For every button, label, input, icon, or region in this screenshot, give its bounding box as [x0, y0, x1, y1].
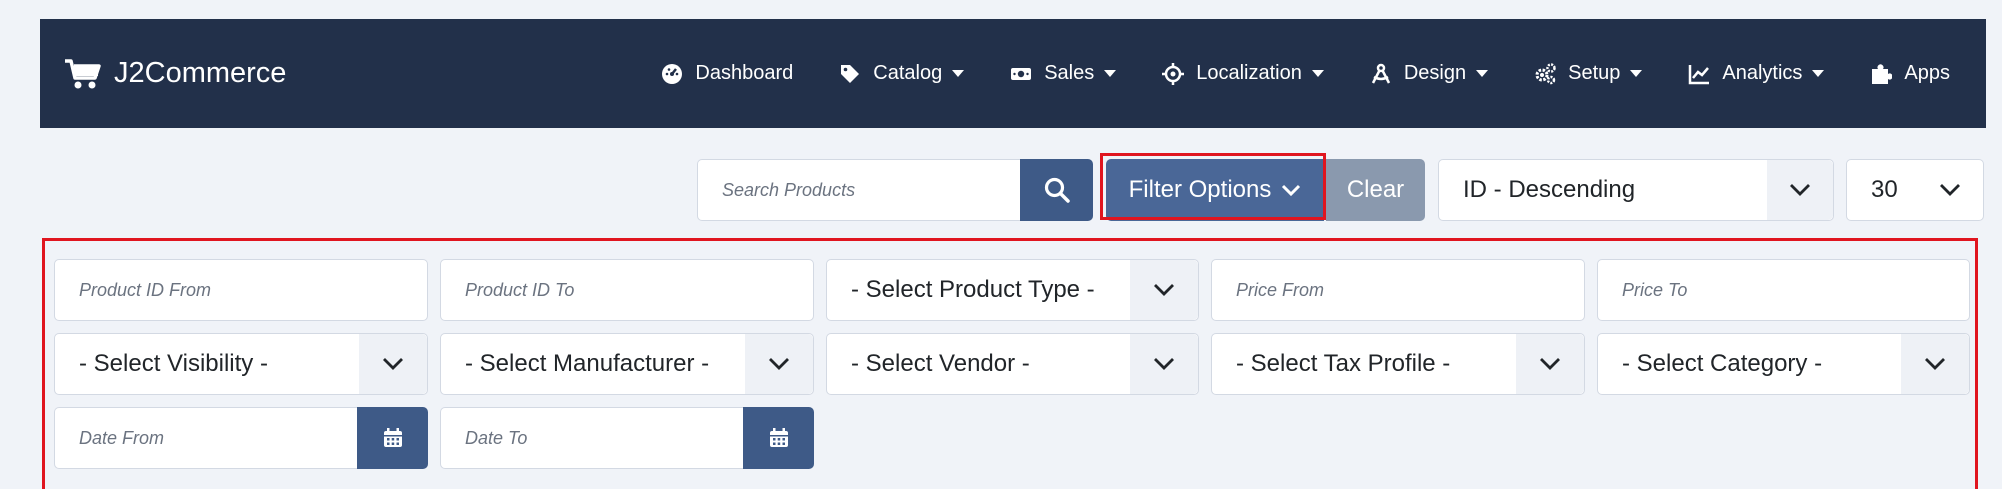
manufacturer-value: - Select Manufacturer -	[465, 350, 710, 377]
nav-setup-label: Setup	[1568, 62, 1621, 84]
nav-localization-label: Localization	[1196, 62, 1302, 84]
chevron-down-icon	[1282, 184, 1301, 197]
search-button[interactable]	[1020, 159, 1093, 221]
price-from-input[interactable]	[1211, 259, 1585, 321]
chevron-down-icon	[1917, 160, 1983, 220]
nav-localization[interactable]: Localization	[1162, 62, 1324, 85]
nav-analytics-label: Analytics	[1722, 62, 1803, 84]
nav-dashboard-label: Dashboard	[695, 62, 794, 84]
nav-apps-label: Apps	[1904, 62, 1950, 84]
crosshairs-icon	[1162, 62, 1185, 85]
category-select[interactable]: - Select Category -	[1597, 333, 1970, 395]
visibility-value: - Select Visibility -	[79, 350, 268, 377]
nav-setup[interactable]: Setup	[1534, 62, 1643, 85]
tag-icon	[841, 64, 860, 83]
price-to-input[interactable]	[1597, 259, 1970, 321]
product-type-select[interactable]: - Select Product Type -	[826, 259, 1199, 321]
limit-select-value: 30	[1871, 176, 1898, 203]
date-to-group	[440, 407, 814, 469]
product-id-from-input[interactable]	[54, 259, 428, 321]
dashboard-icon	[662, 63, 683, 84]
clear-button[interactable]: Clear	[1326, 159, 1425, 221]
vendor-select[interactable]: - Select Vendor -	[826, 333, 1199, 395]
date-to-input[interactable]	[440, 407, 743, 469]
chevron-down-icon	[1476, 70, 1489, 77]
manufacturer-select[interactable]: - Select Manufacturer -	[440, 333, 814, 395]
brand[interactable]: J2Commerce	[64, 57, 286, 90]
sort-select[interactable]: ID - Descending	[1438, 159, 1834, 221]
nav-design-label: Design	[1403, 62, 1467, 84]
money-icon	[1011, 67, 1032, 80]
product-type-value: - Select Product Type -	[851, 276, 1095, 303]
nav-sales-label: Sales	[1044, 62, 1095, 84]
category-value: - Select Category -	[1622, 350, 1823, 377]
top-navbar: J2Commerce Dashboard Catalog Sales Local…	[40, 19, 1986, 128]
chevron-down-icon	[1767, 160, 1833, 220]
calendar-icon	[769, 428, 788, 447]
visibility-select[interactable]: - Select Visibility -	[54, 333, 428, 395]
date-from-input[interactable]	[54, 407, 357, 469]
search-input[interactable]	[697, 159, 1020, 221]
nav-sales[interactable]: Sales	[1010, 62, 1117, 85]
chevron-down-icon	[1104, 70, 1117, 77]
nav-design[interactable]: Design	[1370, 62, 1489, 85]
date-from-group	[54, 407, 428, 469]
shopping-cart-icon	[65, 58, 101, 88]
chevron-down-icon	[1130, 334, 1198, 394]
compass-drafting-icon	[1371, 63, 1390, 84]
product-id-to-input[interactable]	[440, 259, 814, 321]
brand-name: J2Commerce	[114, 57, 287, 89]
chevron-down-icon	[952, 70, 965, 77]
puzzle-icon	[1872, 63, 1893, 84]
tax-profile-value: - Select Tax Profile -	[1236, 350, 1451, 377]
filter-options-button[interactable]: Filter Options	[1106, 159, 1324, 221]
clear-label: Clear	[1346, 176, 1405, 203]
calendar-icon	[383, 428, 402, 447]
chevron-down-icon	[1901, 334, 1969, 394]
nav-analytics[interactable]: Analytics	[1688, 62, 1825, 85]
chevron-down-icon	[745, 334, 813, 394]
chevron-down-icon	[1630, 70, 1643, 77]
tax-profile-select[interactable]: - Select Tax Profile -	[1211, 333, 1585, 395]
chevron-down-icon	[1516, 334, 1584, 394]
search-icon	[1044, 177, 1070, 203]
nav-dashboard[interactable]: Dashboard	[661, 62, 793, 85]
filter-options-label: Filter Options	[1128, 176, 1272, 203]
chevron-down-icon	[1130, 260, 1198, 320]
sort-select-value: ID - Descending	[1463, 176, 1636, 203]
vendor-value: - Select Vendor -	[851, 350, 1030, 377]
chart-line-icon	[1689, 64, 1710, 84]
nav-apps[interactable]: Apps	[1870, 62, 1950, 85]
chevron-down-icon	[1311, 70, 1324, 77]
chevron-down-icon	[1812, 70, 1825, 77]
date-from-calendar-button[interactable]	[357, 407, 428, 469]
nav-catalog[interactable]: Catalog	[839, 62, 965, 85]
chevron-down-icon	[359, 334, 427, 394]
gears-icon	[1535, 62, 1556, 84]
nav-catalog-label: Catalog	[873, 62, 943, 84]
date-to-calendar-button[interactable]	[743, 407, 814, 469]
limit-select[interactable]: 30	[1846, 159, 1984, 221]
